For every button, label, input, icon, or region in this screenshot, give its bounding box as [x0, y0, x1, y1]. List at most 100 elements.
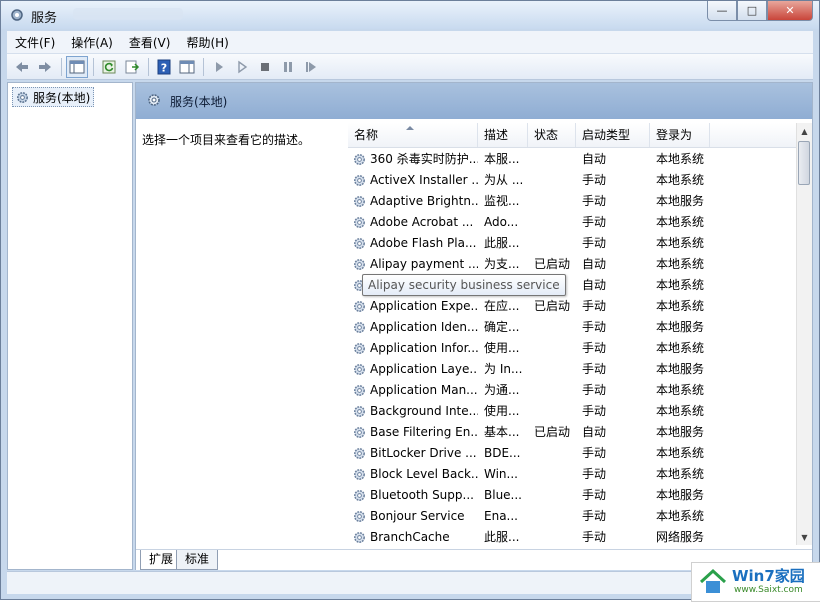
- table-row[interactable]: Bluetooth Supp... Blue... 手动 本地服务: [348, 485, 796, 506]
- column-name[interactable]: 名称: [348, 123, 478, 147]
- service-startup-type: 手动: [582, 530, 607, 544]
- service-gear-icon: [354, 406, 365, 417]
- service-description: 使用...: [484, 404, 520, 418]
- service-status: [534, 359, 576, 380]
- table-row[interactable]: Adaptive Brightn... 监视... 手动 本地服务: [348, 191, 796, 212]
- help-button[interactable]: ?: [153, 56, 175, 78]
- service-logon-as: 本地系统: [656, 278, 705, 292]
- service-description: 确定...: [484, 320, 520, 334]
- restart-service-button[interactable]: [300, 56, 322, 78]
- service-logon-as: 本地系统: [656, 446, 705, 460]
- pause-service-button[interactable]: [277, 56, 299, 78]
- service-logon-as: 本地系统: [656, 152, 705, 166]
- title-bar[interactable]: 服务 — □ ✕: [1, 1, 819, 29]
- refresh-button[interactable]: [98, 56, 120, 78]
- scroll-up-arrow-icon[interactable]: ▲: [797, 123, 812, 139]
- service-name: Application Infor...: [370, 341, 478, 355]
- table-row[interactable]: Alipay payment ... 为支... 已启动 自动 本地系统: [348, 254, 796, 275]
- stop-service-button[interactable]: [254, 56, 276, 78]
- service-name: Bluetooth Supp...: [370, 488, 474, 502]
- column-name-label: 名称: [354, 128, 379, 142]
- restart-service-icon: [306, 61, 316, 72]
- service-name: Application Iden...: [370, 320, 478, 334]
- service-description: 此服...: [484, 530, 520, 544]
- tab-standard[interactable]: 标准: [176, 550, 219, 570]
- table-row[interactable]: Adobe Flash Pla... 此服... 手动 本地系统: [348, 233, 796, 254]
- table-row[interactable]: Application Iden... 确定... 手动 本地服务: [348, 317, 796, 338]
- service-startup-type: 自动: [582, 278, 607, 292]
- service-status: [534, 338, 576, 359]
- services-list[interactable]: 名称 描述 状态 启动类型 登录为 360 杀毒实时防护... 本服... 自动 本地…: [348, 123, 796, 545]
- service-name: BitLocker Drive ...: [370, 446, 477, 460]
- table-row[interactable]: ActiveX Installer ... 为从 ... 手动 本地系统: [348, 170, 796, 191]
- table-row[interactable]: Base Filtering En... 基本... 已启动 自动 本地服务: [348, 422, 796, 443]
- menu-help[interactable]: 帮助(H): [178, 34, 236, 51]
- service-gear-icon: [354, 469, 365, 480]
- service-description: 为通...: [484, 383, 520, 397]
- column-header-row: 名称 描述 状态 启动类型 登录为: [348, 123, 796, 148]
- services-pane: 服务(本地) 选择一个项目来查看它的描述。 名称 描述 状态 启动类型 登录为 …: [135, 82, 813, 570]
- table-row[interactable]: Application Laye... 为 In... 手动 本地服务: [348, 359, 796, 380]
- column-description[interactable]: 描述: [478, 123, 528, 147]
- table-row[interactable]: Application Expe... 在应... 已启动 手动 本地系统: [348, 296, 796, 317]
- table-row[interactable]: BitLocker Drive ... BDE... 手动 本地系统: [348, 443, 796, 464]
- service-startup-type: 自动: [582, 425, 607, 439]
- scroll-down-arrow-icon[interactable]: ▼: [797, 529, 812, 545]
- menu-view[interactable]: 查看(V): [121, 34, 179, 51]
- export-list-button[interactable]: [121, 56, 143, 78]
- vertical-scrollbar[interactable]: ▲ ▼: [796, 123, 812, 545]
- column-logon-as[interactable]: 登录为: [650, 123, 710, 147]
- toolbar-separator: [61, 57, 62, 76]
- service-status: [534, 527, 576, 545]
- sort-ascending-icon: [406, 126, 414, 130]
- services-gear-icon: [11, 9, 23, 21]
- start-service-button[interactable]: [208, 56, 230, 78]
- service-startup-type: 手动: [582, 362, 607, 376]
- service-description: 此服...: [484, 236, 520, 250]
- start-service-alt-button[interactable]: [231, 56, 253, 78]
- service-status: [534, 191, 576, 212]
- table-row[interactable]: BranchCache 此服... 手动 网络服务: [348, 527, 796, 545]
- service-name: Base Filtering En...: [370, 425, 478, 439]
- minimize-button[interactable]: —: [707, 1, 737, 21]
- service-startup-type: 手动: [582, 446, 607, 460]
- column-status[interactable]: 状态: [528, 123, 576, 147]
- console-tree: 服务(本地): [7, 82, 133, 570]
- table-row[interactable]: Block Level Back... Win... 手动 本地系统: [348, 464, 796, 485]
- toolbar-separator: [93, 57, 94, 76]
- service-description: 为支...: [484, 257, 520, 271]
- table-row[interactable]: Adobe Acrobat ... Ado... 手动 本地系统: [348, 212, 796, 233]
- service-name: Adobe Flash Pla...: [370, 236, 477, 250]
- service-description: 使用...: [484, 341, 520, 355]
- tree-node-local-services[interactable]: 服务(本地): [12, 87, 95, 107]
- service-gear-icon: [354, 385, 365, 396]
- forward-button[interactable]: [34, 56, 56, 78]
- table-row[interactable]: Application Infor... 使用... 手动 本地系统: [348, 338, 796, 359]
- watermark-url: www.Saixt.com: [734, 585, 803, 595]
- service-description: 为从 ...: [484, 173, 524, 187]
- table-row[interactable]: Application Man... 为通... 手动 本地系统: [348, 380, 796, 401]
- close-button[interactable]: ✕: [767, 1, 813, 21]
- service-status: 已启动: [534, 257, 571, 271]
- service-description: Ena...: [484, 509, 518, 523]
- menu-file[interactable]: 文件(F): [7, 34, 63, 51]
- table-row[interactable]: 360 杀毒实时防护... 本服... 自动 本地系统: [348, 149, 796, 170]
- table-row[interactable]: Background Inte... 使用... 手动 本地系统: [348, 401, 796, 422]
- service-name: Bonjour Service: [370, 509, 465, 523]
- back-button[interactable]: [11, 56, 33, 78]
- scroll-thumb[interactable]: [798, 141, 810, 185]
- service-gear-icon: [354, 154, 365, 165]
- toolbar-separator: [203, 57, 204, 76]
- properties-pane-button[interactable]: [176, 56, 198, 78]
- pane-header: 服务(本地): [136, 83, 812, 119]
- service-gear-icon: [354, 322, 365, 333]
- show-console-tree-button[interactable]: [66, 55, 88, 78]
- table-row[interactable]: Bonjour Service Ena... 手动 本地系统: [348, 506, 796, 527]
- service-logon-as: 本地系统: [656, 383, 705, 397]
- column-startup-type[interactable]: 启动类型: [576, 123, 650, 147]
- maximize-button[interactable]: □: [737, 1, 767, 21]
- service-logon-as: 本地服务: [656, 488, 705, 502]
- menu-action[interactable]: 操作(A): [63, 34, 121, 51]
- service-gear-icon: [354, 427, 365, 438]
- service-startup-type: 手动: [582, 320, 607, 334]
